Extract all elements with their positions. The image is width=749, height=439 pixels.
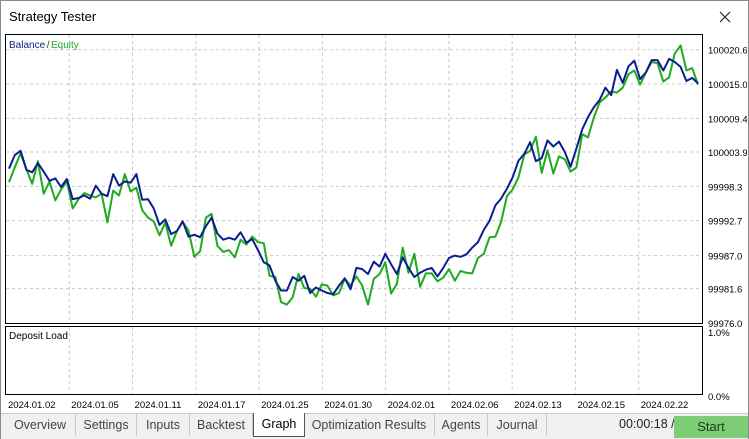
x-tick-label: 2024.01.30 (324, 400, 372, 411)
tab-graph[interactable]: Graph (253, 413, 305, 437)
x-tick-label: 2024.02.13 (514, 400, 562, 411)
x-tick-label: 2024.01.25 (261, 400, 309, 411)
tab-bar: Overview Settings Inputs Backtest Graph Optim… (1, 413, 748, 439)
y-tick-label: 99998.3 (708, 182, 742, 193)
title-bar: Strategy Tester (1, 1, 748, 32)
close-icon (719, 11, 731, 22)
tab-optimization-results[interactable]: Optimization Results (304, 414, 435, 436)
tab-settings[interactable]: Settings (76, 414, 137, 436)
tab-journal[interactable]: Journal (488, 414, 547, 436)
legend-equity: Equity (51, 40, 79, 51)
x-tick-label: 2024.01.17 (198, 400, 246, 411)
tab-inputs[interactable]: Inputs (137, 414, 190, 436)
y-tick-label: 100015.0 (708, 80, 747, 91)
deposit-tick-bottom: 0.0% (708, 392, 730, 403)
balance-equity-chart: Balance / Equity 100020.6100015.0100009.… (5, 34, 748, 411)
tab-overview[interactable]: Overview (5, 414, 76, 436)
y-tick-label: 99992.7 (708, 217, 742, 228)
x-tick-label: 2024.01.05 (71, 400, 119, 411)
deposit-tick-top: 1.0% (708, 328, 730, 339)
y-tick-label: 99981.6 (708, 285, 742, 296)
main-y-axis: 100020.6 100015.0 100009.4 100003.9 99998.3 9… (708, 46, 748, 330)
tab-agents[interactable]: Agents (435, 414, 488, 436)
deposit-panel-frame (5, 326, 703, 395)
x-tick-label: 2024.02.22 (641, 400, 689, 411)
chart-area: Balance / Equity 100020.6 100015.0 100009.… (5, 34, 748, 411)
close-button[interactable] (702, 1, 748, 32)
x-tick-label: 2024.02.06 (451, 400, 499, 411)
y-tick-label: 99987.0 (708, 252, 742, 263)
deposit-load-label: Deposit Load (9, 331, 68, 342)
x-tick-label: 2024.01.02 (8, 400, 56, 411)
strategy-tester-window: Strategy Tester Balance / Equity 100020.… (0, 0, 749, 439)
y-tick-label: 100003.9 (708, 148, 747, 159)
x-tick-label: 2024.02.15 (577, 400, 625, 411)
x-tick-label: 2024.01.11 (135, 400, 182, 411)
y-tick-label: 100020.6 (708, 46, 747, 57)
x-axis: 2024.01.02 2024.01.05 2024.01.11 2024.01.17… (8, 400, 688, 411)
window-title: Strategy Tester (9, 9, 97, 24)
legend-balance: Balance (9, 40, 46, 51)
x-tick-label: 2024.02.01 (388, 400, 436, 411)
tab-backtest[interactable]: Backtest (190, 414, 253, 436)
y-tick-label: 100009.4 (708, 114, 747, 125)
start-button[interactable]: Start (674, 416, 748, 438)
